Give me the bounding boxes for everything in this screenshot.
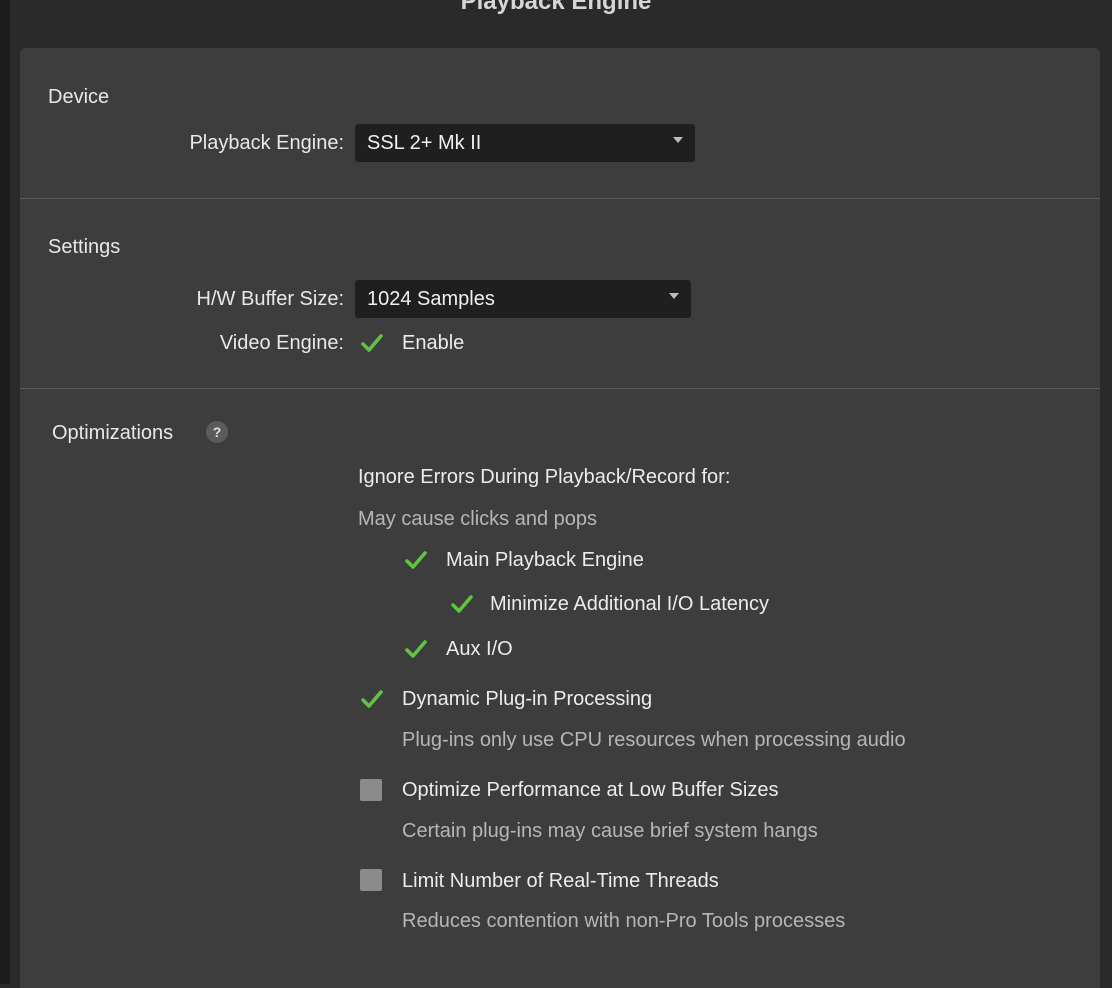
main-playback-checkbox[interactable]: [404, 548, 428, 572]
low-buffer-label: Optimize Performance at Low Buffer Sizes: [402, 779, 779, 801]
ignore-errors-heading: Ignore Errors During Playback/Record for…: [358, 466, 731, 488]
minimize-latency-checkbox[interactable]: [450, 592, 474, 616]
window-title: Playback Engine: [460, 0, 652, 15]
device-section-title: Device: [48, 86, 110, 108]
low-buffer-desc: Certain plug-ins may cause brief system …: [402, 820, 818, 842]
optimizations-section-title: Optimizations: [52, 422, 174, 444]
video-engine-enable-label: Enable: [402, 332, 465, 354]
ignore-errors-note: May cause clicks and pops: [358, 508, 598, 530]
divider-settings: [20, 388, 1100, 389]
checkmark-icon: [451, 595, 473, 613]
main-playback-label: Main Playback Engine: [446, 549, 644, 571]
threads-label: Limit Number of Real-Time Threads: [402, 870, 719, 892]
dynamic-plugin-checkbox[interactable]: [360, 687, 384, 711]
checkmark-icon: [361, 690, 383, 708]
playback-engine-panel: Device Playback Engine: SSL 2+ Mk II Set…: [20, 48, 1100, 988]
checkmark-icon: [405, 551, 427, 569]
playback-engine-select[interactable]: SSL 2+ Mk II: [355, 124, 695, 162]
divider-device: [20, 198, 1100, 199]
checkmark-icon: [361, 334, 383, 352]
aux-io-label: Aux I/O: [446, 638, 513, 660]
buffer-size-value: 1024 Samples: [367, 288, 495, 310]
video-engine-checkbox[interactable]: [360, 331, 384, 355]
buffer-size-select[interactable]: 1024 Samples: [355, 280, 691, 318]
video-engine-label: Video Engine:: [219, 332, 344, 354]
threads-checkbox[interactable]: [360, 869, 382, 891]
minimize-latency-label: Minimize Additional I/O Latency: [490, 593, 770, 615]
threads-desc: Reduces contention with non-Pro Tools pr…: [402, 910, 846, 932]
buffer-size-label: H/W Buffer Size:: [196, 288, 344, 310]
dynamic-plugin-label: Dynamic Plug-in Processing: [402, 688, 653, 710]
dynamic-plugin-desc: Plug-ins only use CPU resources when pro…: [402, 729, 906, 751]
window-edge: [0, 0, 10, 984]
aux-io-checkbox[interactable]: [404, 637, 428, 661]
low-buffer-checkbox[interactable]: [360, 779, 382, 801]
chevron-down-icon: [669, 293, 679, 299]
checkmark-icon: [405, 640, 427, 658]
playback-engine-label: Playback Engine:: [189, 132, 344, 154]
settings-section-title: Settings: [48, 236, 121, 258]
playback-engine-value: SSL 2+ Mk II: [367, 132, 482, 154]
help-icon[interactable]: ?: [206, 421, 228, 443]
chevron-down-icon: [673, 137, 683, 143]
